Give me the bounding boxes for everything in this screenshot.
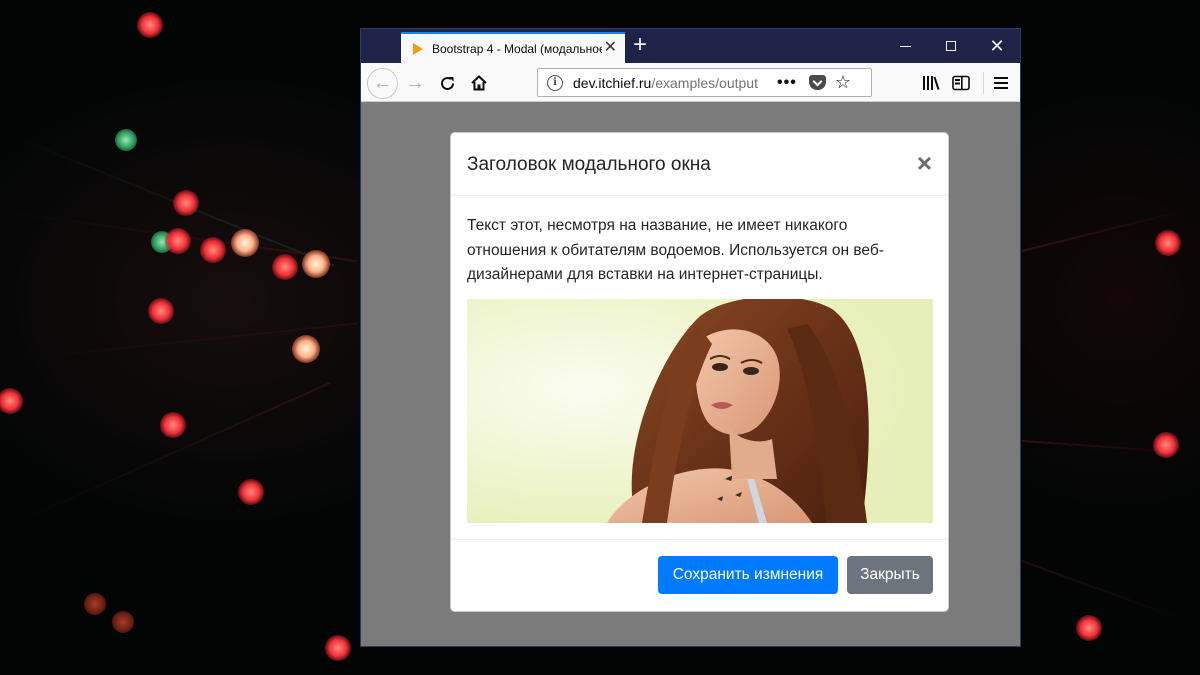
url-text[interactable]: dev.itchief.ru/examples/output [573, 75, 763, 91]
url-host: dev.itchief.ru [573, 74, 652, 91]
portrait-photo [467, 298, 933, 523]
home-icon[interactable] [465, 69, 493, 97]
toolbar-separator [983, 72, 984, 94]
sidebar-icon[interactable] [947, 69, 975, 97]
maximize-button[interactable] [928, 29, 974, 63]
bokeh-light [112, 611, 134, 633]
window-close-button[interactable]: ✕ [974, 29, 1020, 63]
minimize-icon [899, 45, 911, 47]
info-icon[interactable]: i [547, 74, 563, 91]
modal-header: Заголовок модального окна × [451, 133, 948, 196]
bokeh-light [302, 250, 330, 278]
modal-title: Заголовок модального окна [467, 154, 711, 175]
save-changes-button[interactable]: Сохранить измнения [658, 556, 838, 594]
browser-tab[interactable]: Bootstrap 4 - Modal (модальное окно) ✕ [401, 32, 625, 63]
bokeh-light [1155, 230, 1181, 256]
close-icon[interactable]: ✕ [604, 40, 617, 56]
arrow-right-icon[interactable]: → [401, 69, 429, 97]
url-path: /examples/output [651, 74, 758, 91]
bokeh-light [272, 254, 298, 280]
reload-icon[interactable] [433, 69, 461, 97]
modal-body: Текст этот, несмотря на название, не име… [451, 196, 948, 523]
bokeh-light [173, 190, 199, 216]
minimize-button[interactable] [882, 29, 928, 63]
modal-footer: Сохранить измнения Закрыть [451, 539, 948, 611]
bokeh-light [84, 593, 106, 615]
modal-body-text: Текст этот, несмотря на название, не име… [467, 217, 884, 283]
light-ray [19, 381, 332, 522]
navigation-toolbar: ← → i dev.itchief.ru/examples/output •••… [361, 63, 1020, 102]
bokeh-light [200, 237, 226, 263]
arrow-left-icon[interactable]: ← [367, 68, 398, 99]
bokeh-light [148, 298, 174, 324]
bokeh-light [292, 335, 320, 363]
modal-close-icon[interactable]: × [917, 150, 932, 176]
library-icon[interactable] [917, 69, 945, 97]
bokeh-light [1076, 615, 1102, 641]
bokeh-light [165, 228, 191, 254]
bokeh-light [160, 412, 186, 438]
address-bar[interactable]: i dev.itchief.ru/examples/output ••• ☆ [537, 68, 872, 97]
bokeh-light [115, 129, 137, 151]
bokeh-light [137, 12, 163, 38]
bokeh-light [231, 229, 259, 257]
bokeh-light [325, 635, 351, 661]
plus-icon[interactable]: + [633, 33, 647, 57]
play-triangle-icon [413, 42, 423, 55]
star-icon[interactable]: ☆ [835, 72, 851, 93]
more-icon[interactable]: ••• [777, 74, 797, 90]
bokeh-light [238, 479, 264, 505]
close-button[interactable]: Закрыть [847, 556, 933, 594]
maximize-icon [946, 41, 956, 51]
bokeh-light [1153, 432, 1179, 458]
pocket-icon[interactable] [808, 75, 826, 90]
bokeh-light [0, 388, 23, 414]
page-viewport-backdrop[interactable]: Заголовок модального окна × Текст этот, … [361, 102, 1020, 646]
title-bar: Bootstrap 4 - Modal (модальное окно) ✕ +… [361, 29, 1020, 63]
browser-window: Bootstrap 4 - Modal (модальное окно) ✕ +… [360, 28, 1021, 647]
light-ray [1021, 560, 1192, 624]
hamburger-icon[interactable] [987, 69, 1015, 97]
tab-title: Bootstrap 4 - Modal (модальное окно) [432, 41, 602, 56]
modal-dialog: Заголовок модального окна × Текст этот, … [450, 132, 949, 612]
modal-image [467, 298, 933, 523]
